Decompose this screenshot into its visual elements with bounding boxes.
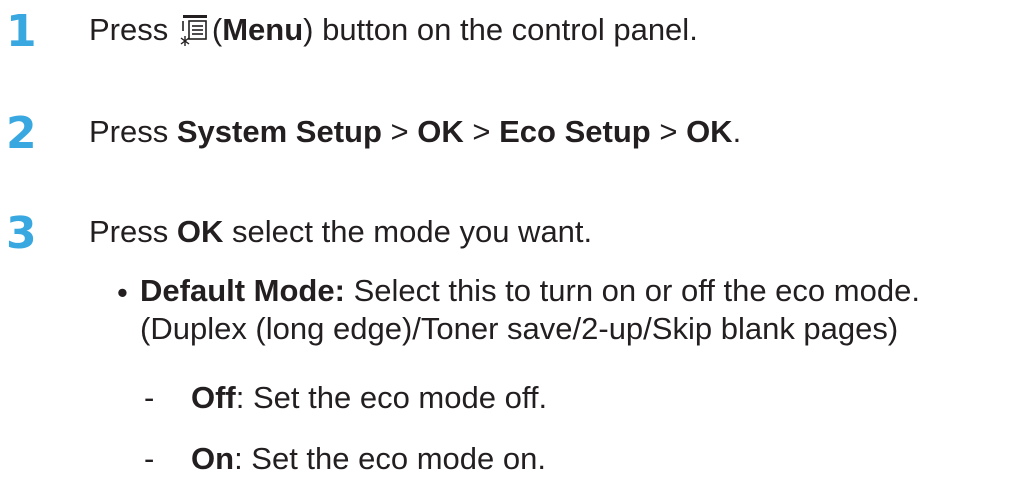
step-rest-text: select the mode you want.	[232, 214, 593, 249]
step-press-text: Press	[89, 214, 169, 249]
menu-path-ok: OK	[417, 114, 464, 149]
option-on: On: Set the eco mode on.	[191, 441, 546, 477]
step-press-text: Press	[89, 12, 169, 47]
bullet-line-2: (Duplex (long edge)/Toner save/2-up/Skip…	[140, 311, 899, 346]
path-separator: >	[472, 114, 491, 149]
step-number: 1	[6, 6, 37, 57]
period: .	[732, 114, 742, 149]
step-rest-text: ) button on the control panel.	[303, 12, 698, 47]
menu-path-system-setup: System Setup	[176, 114, 382, 149]
step-press-text: Press	[89, 114, 169, 149]
option-text: : Set the eco mode on.	[234, 441, 546, 476]
bullet-title: Default Mode:	[140, 273, 345, 308]
bullet-default-mode: Default Mode: Select this to turn on or …	[140, 272, 920, 348]
menu-path-ok: OK	[686, 114, 733, 149]
option-off: Off: Set the eco mode off.	[191, 380, 547, 416]
menu-label: Menu	[222, 12, 304, 47]
step-text: Press System Setup > OK > Eco Setup > OK…	[89, 114, 741, 150]
dash-marker: -	[144, 380, 155, 415]
bullet-marker: •	[117, 275, 128, 310]
bullet-text: Select this to turn on or off the eco mo…	[353, 273, 920, 308]
option-label: On	[191, 441, 235, 476]
ok-label: OK	[176, 214, 224, 249]
option-label: Off	[191, 380, 236, 415]
bullet-line-1: Default Mode: Select this to turn on or …	[140, 272, 920, 310]
step-number: 2	[6, 108, 37, 159]
option-text: : Set the eco mode off.	[235, 380, 548, 415]
open-paren: (	[211, 12, 223, 47]
menu-icon	[180, 14, 210, 46]
path-separator: >	[659, 114, 678, 149]
step-text: Press (Menu) button on the control panel…	[89, 12, 698, 48]
step-number: 3	[6, 208, 37, 259]
path-separator: >	[390, 114, 409, 149]
step-text: Press OK select the mode you want.	[89, 214, 592, 250]
dash-marker: -	[144, 441, 155, 476]
menu-path-eco-setup: Eco Setup	[499, 114, 651, 149]
